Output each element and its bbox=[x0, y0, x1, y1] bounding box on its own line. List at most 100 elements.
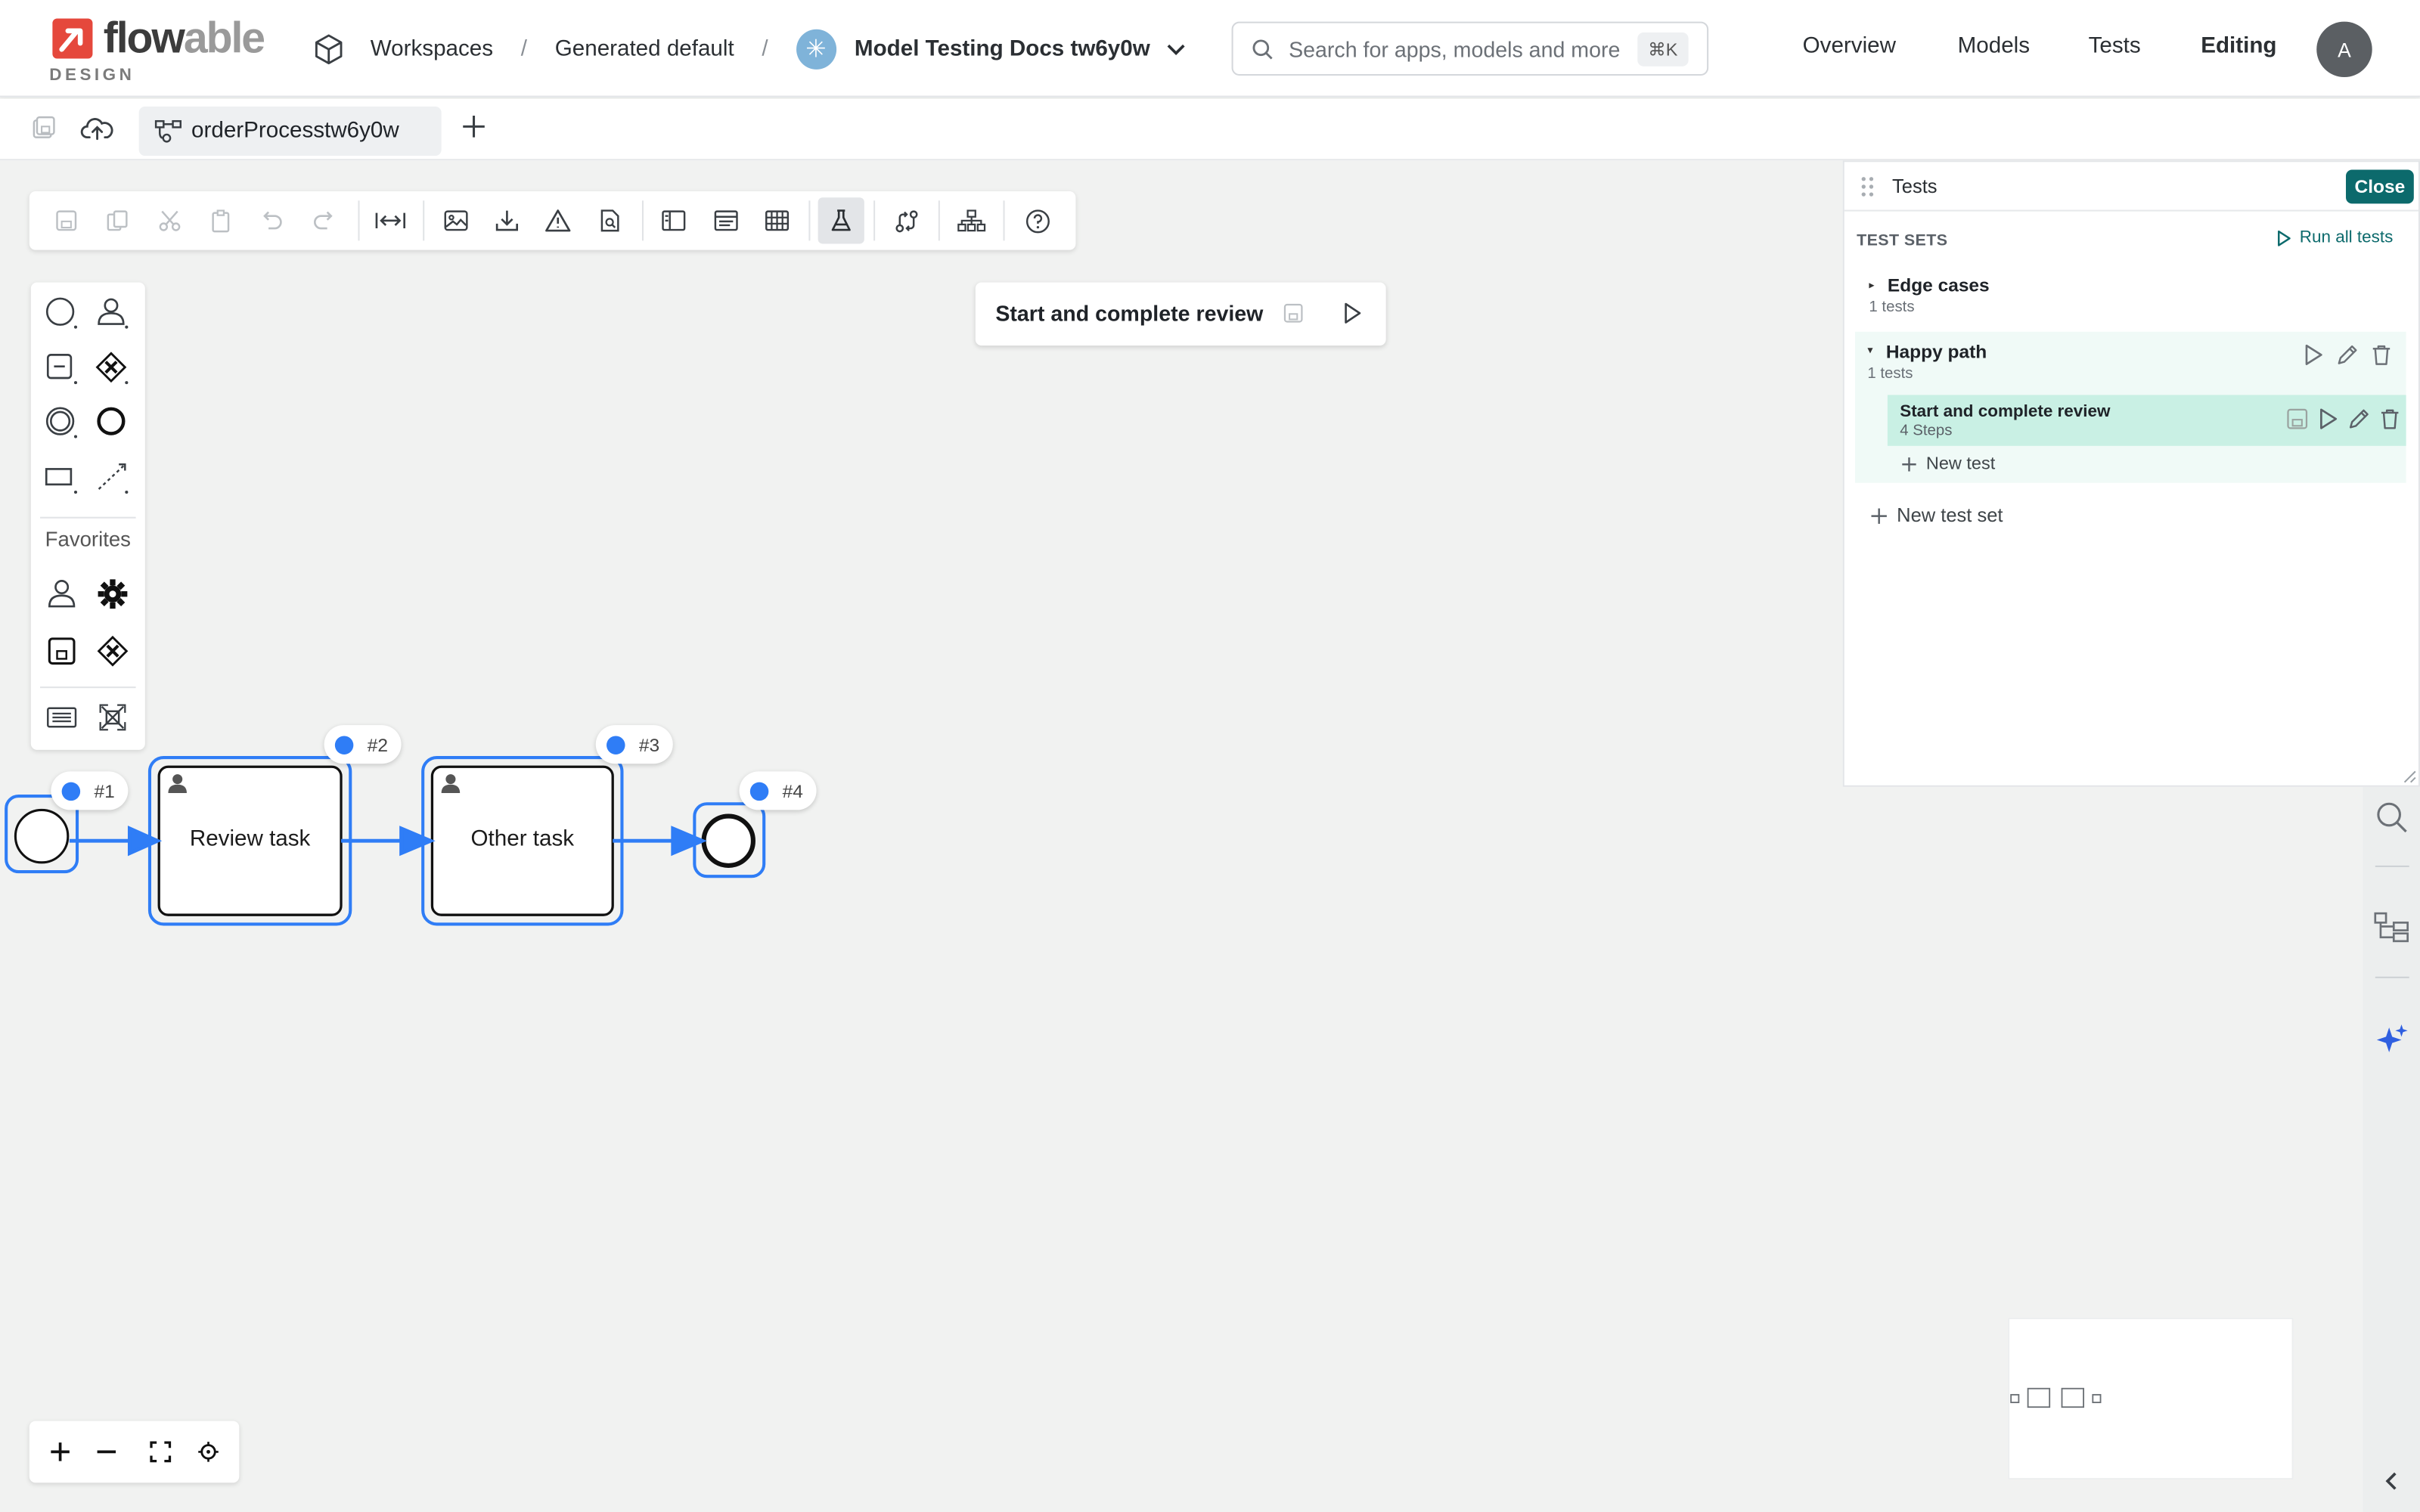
run-all-tests-button[interactable]: Run all tests bbox=[2276, 228, 2394, 247]
run-test-icon[interactable] bbox=[1339, 301, 1364, 326]
step-badge-2[interactable]: #2 bbox=[324, 725, 402, 764]
collapse-rail-icon[interactable] bbox=[2372, 1461, 2412, 1501]
process-flow-svg bbox=[5, 755, 766, 926]
start-event-icon[interactable] bbox=[43, 295, 80, 332]
nav-overview[interactable]: Overview bbox=[1803, 34, 1896, 59]
delete-trash-icon[interactable] bbox=[2369, 342, 2394, 367]
drag-handle-icon[interactable] bbox=[1860, 176, 1875, 198]
run-test-icon[interactable] bbox=[2316, 407, 2340, 431]
document-search-icon[interactable] bbox=[587, 197, 633, 243]
edit-pencil-icon[interactable] bbox=[2347, 407, 2371, 431]
step-dot bbox=[749, 781, 769, 801]
tab-order-process[interactable]: orderProcesstw6y0w bbox=[138, 106, 442, 156]
flowable-logo[interactable]: flowable bbox=[51, 16, 265, 60]
new-test-set-button[interactable]: New test set bbox=[1870, 504, 2003, 526]
zoom-out-icon[interactable] bbox=[89, 1435, 123, 1469]
delete-trash-icon[interactable] bbox=[2378, 407, 2402, 431]
pool-lane-icon[interactable] bbox=[43, 460, 80, 497]
active-test-card[interactable]: Start and complete review bbox=[975, 282, 1386, 346]
chevron-down-icon[interactable] bbox=[1165, 39, 1187, 60]
warning-icon[interactable] bbox=[534, 197, 580, 243]
help-icon[interactable] bbox=[1014, 197, 1060, 243]
breadcrumb: Workspaces / Generated default / ✳ Model… bbox=[312, 29, 1187, 70]
favorite-gateway-icon[interactable] bbox=[94, 633, 131, 670]
test-item-start-and-complete-review[interactable]: Start and complete review 4 Steps bbox=[1887, 395, 2406, 446]
search-input[interactable]: Search for apps, models and more ⌘K bbox=[1231, 21, 1709, 76]
flowable-logo-icon bbox=[52, 18, 93, 59]
hierarchy-icon[interactable] bbox=[948, 197, 994, 243]
step-badge-4[interactable]: #4 bbox=[739, 771, 818, 810]
undo-icon[interactable] bbox=[249, 197, 295, 243]
ai-sparkle-icon[interactable] bbox=[2372, 1020, 2412, 1060]
center-target-icon[interactable] bbox=[191, 1435, 225, 1469]
form-list-icon[interactable] bbox=[703, 197, 749, 243]
tests-panel-title: Tests bbox=[1892, 175, 1938, 198]
process-model-icon bbox=[154, 119, 182, 143]
grid-table-icon[interactable] bbox=[753, 197, 799, 243]
download-icon[interactable] bbox=[483, 197, 529, 243]
collapsed-caret-icon[interactable]: ▸ bbox=[1869, 279, 1874, 291]
cloud-upload-icon[interactable] bbox=[80, 114, 114, 142]
image-export-icon[interactable] bbox=[432, 197, 478, 243]
resize-handle-icon[interactable] bbox=[2403, 770, 2417, 783]
rail-divider bbox=[2375, 865, 2409, 867]
run-all-label: Run all tests bbox=[2299, 228, 2394, 247]
review-task-label: Review task bbox=[189, 826, 311, 852]
breadcrumb-separator: / bbox=[762, 36, 768, 62]
avatar[interactable]: A bbox=[2316, 21, 2372, 78]
breadcrumb-workspaces[interactable]: Workspaces bbox=[371, 37, 493, 62]
fit-width-icon[interactable] bbox=[368, 197, 414, 243]
model-name[interactable]: Model Testing Docs tw6y0w bbox=[855, 37, 1150, 62]
start-event[interactable] bbox=[14, 808, 70, 864]
cut-icon[interactable] bbox=[147, 197, 193, 243]
test-set-count: 1 tests bbox=[1867, 365, 1913, 383]
new-test-button[interactable]: New test bbox=[1901, 455, 1995, 474]
favorite-user-task-icon[interactable] bbox=[43, 575, 80, 612]
minimap[interactable] bbox=[2008, 1317, 2294, 1480]
close-button[interactable]: Close bbox=[2346, 169, 2414, 204]
end-event-icon[interactable] bbox=[94, 404, 131, 442]
add-tab-icon[interactable] bbox=[460, 113, 488, 141]
user-task-icon[interactable] bbox=[94, 295, 131, 332]
search-placeholder: Search for apps, models and more bbox=[1289, 36, 1621, 61]
copy-icon[interactable] bbox=[94, 197, 140, 243]
save-test-icon[interactable] bbox=[2285, 407, 2309, 431]
nav-models[interactable]: Models bbox=[1958, 34, 2030, 59]
intermediate-event-icon[interactable] bbox=[43, 404, 80, 442]
panel-left-icon[interactable] bbox=[650, 197, 696, 243]
expanded-caret-icon[interactable]: ▾ bbox=[1867, 344, 1872, 356]
outline-tree-icon[interactable] bbox=[2372, 907, 2412, 947]
nav-tests[interactable]: Tests bbox=[2089, 34, 2141, 59]
breadcrumb-generated-default[interactable]: Generated default bbox=[555, 37, 734, 62]
save-icon[interactable] bbox=[43, 197, 89, 243]
step-badge-1[interactable]: #1 bbox=[51, 771, 129, 810]
favorite-form-task-icon[interactable] bbox=[43, 633, 80, 670]
step-badge-label: #4 bbox=[782, 779, 803, 802]
save-test-icon[interactable] bbox=[1283, 302, 1305, 324]
tab-label: orderProcesstw6y0w bbox=[191, 119, 399, 144]
palette-divider bbox=[40, 516, 136, 519]
toolbar-divider bbox=[873, 200, 876, 241]
fit-screen-icon[interactable] bbox=[144, 1435, 178, 1469]
step-badge-label: #2 bbox=[367, 733, 388, 755]
step-badge-3[interactable]: #3 bbox=[595, 725, 674, 764]
test-flask-icon[interactable] bbox=[818, 197, 864, 244]
plus-icon bbox=[1871, 507, 1887, 523]
connector-icon[interactable] bbox=[94, 460, 131, 497]
flow-connect-icon[interactable] bbox=[883, 197, 929, 243]
paste-icon[interactable] bbox=[197, 197, 244, 243]
step-badge-label: #1 bbox=[94, 779, 115, 802]
gateway-icon[interactable] bbox=[94, 350, 131, 387]
nav-editing[interactable]: Editing bbox=[2201, 34, 2276, 59]
tests-panel-header: Tests Close bbox=[1844, 162, 2418, 212]
run-test-set-icon[interactable] bbox=[2301, 342, 2326, 367]
favorite-service-task-icon[interactable] bbox=[94, 575, 131, 612]
zoom-in-icon[interactable] bbox=[43, 1435, 77, 1469]
save-all-icon[interactable] bbox=[29, 114, 57, 142]
edit-pencil-icon[interactable] bbox=[2335, 342, 2360, 367]
redo-icon[interactable] bbox=[301, 197, 347, 243]
main-nav: Overview Models Tests Editing bbox=[1803, 34, 2277, 59]
subprocess-icon[interactable] bbox=[43, 350, 80, 387]
canvas-search-icon[interactable] bbox=[2372, 798, 2412, 838]
end-event[interactable] bbox=[701, 813, 755, 868]
